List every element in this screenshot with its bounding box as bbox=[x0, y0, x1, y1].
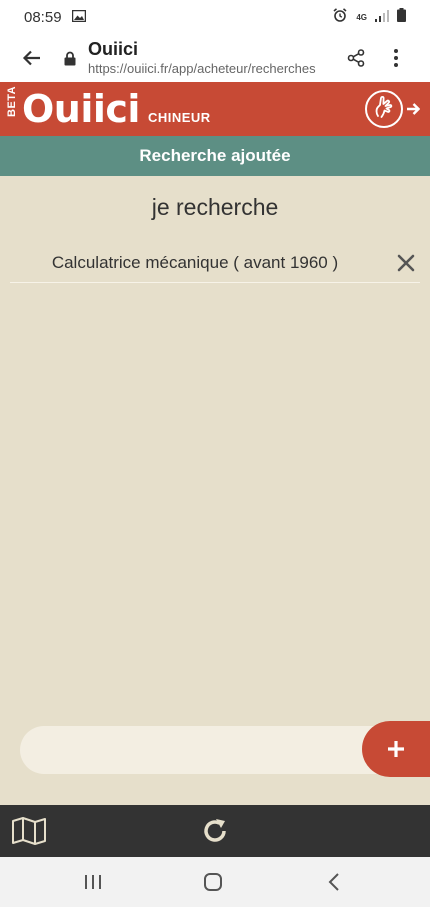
close-icon bbox=[397, 254, 415, 272]
back-button[interactable] bbox=[0, 34, 64, 82]
map-icon bbox=[12, 817, 46, 845]
battery-icon bbox=[397, 8, 406, 26]
section-title: je recherche bbox=[151, 194, 279, 220]
url-field[interactable]: Ouiici https://ouiici.fr/app/acheteur/re… bbox=[88, 39, 316, 78]
search-list-item: Calculatrice mécanique ( avant 1960 ) bbox=[10, 243, 420, 283]
remove-search-button[interactable] bbox=[394, 251, 418, 275]
app-header: BETA Ouiici CHINEUR bbox=[0, 82, 430, 136]
refresh-button[interactable] bbox=[199, 814, 231, 848]
switch-profile-button[interactable] bbox=[364, 89, 420, 129]
new-search-input[interactable] bbox=[20, 726, 390, 774]
bottom-app-bar bbox=[0, 805, 430, 857]
status-time: 08:59 bbox=[24, 8, 62, 26]
signal-icon bbox=[375, 9, 389, 26]
page-url: https://ouiici.fr/app/acheteur/recherche… bbox=[88, 61, 316, 77]
hand-icon bbox=[365, 90, 403, 128]
arrow-right-icon bbox=[407, 103, 420, 115]
alarm-icon bbox=[332, 7, 348, 27]
app-subtitle: CHINEUR bbox=[147, 109, 211, 125]
map-button[interactable] bbox=[10, 815, 48, 847]
share-button[interactable] bbox=[336, 34, 376, 82]
network-type-label: 4G bbox=[356, 12, 367, 22]
beta-badge: BETA bbox=[6, 85, 18, 117]
status-bar: 08:59 4G bbox=[0, 0, 430, 34]
system-back-button[interactable] bbox=[314, 869, 354, 895]
recent-apps-button[interactable] bbox=[73, 869, 113, 895]
browser-url-bar: Ouiici https://ouiici.fr/app/acheteur/re… bbox=[0, 34, 430, 82]
chevron-left-icon bbox=[328, 873, 339, 891]
refresh-icon bbox=[204, 819, 226, 842]
more-vert-icon bbox=[394, 49, 398, 67]
search-item-label: Calculatrice mécanique ( avant 1960 ) bbox=[51, 253, 339, 272]
share-icon bbox=[347, 49, 365, 67]
system-nav-bar bbox=[0, 857, 430, 907]
arrow-left-icon bbox=[22, 50, 40, 66]
home-icon bbox=[204, 873, 222, 891]
app-logo[interactable]: Ouiici bbox=[22, 90, 140, 128]
notification-banner: Recherche ajoutée bbox=[0, 136, 430, 176]
lock-icon bbox=[58, 51, 82, 66]
home-button[interactable] bbox=[193, 869, 233, 895]
browser-menu-button[interactable] bbox=[376, 34, 416, 82]
plus-icon bbox=[388, 741, 404, 757]
banner-text: Recherche ajoutée bbox=[139, 146, 291, 165]
image-icon bbox=[71, 9, 86, 26]
page-title: Ouiici bbox=[88, 38, 139, 59]
add-search-button[interactable] bbox=[362, 721, 430, 777]
recents-icon bbox=[85, 875, 101, 889]
